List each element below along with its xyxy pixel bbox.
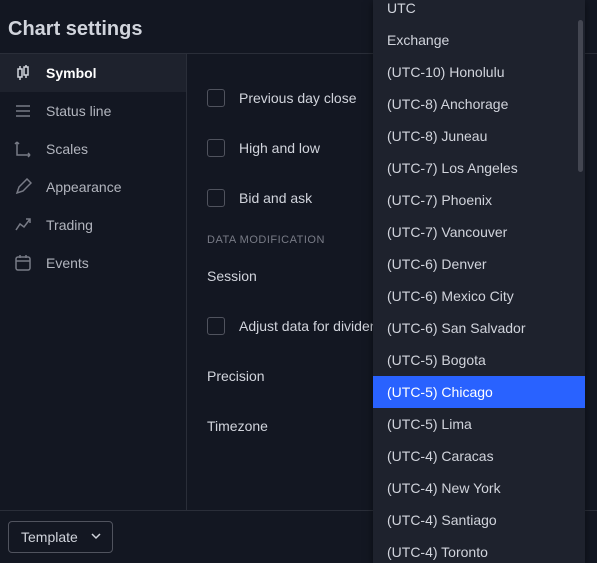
timezone-option[interactable]: Exchange: [373, 24, 585, 56]
timezone-option[interactable]: (UTC-6) Denver: [373, 248, 585, 280]
sidebar-item-label: Scales: [46, 141, 88, 157]
timezone-option[interactable]: (UTC-5) Bogota: [373, 344, 585, 376]
setting-label: Precision: [207, 368, 265, 384]
sidebar-item-trading[interactable]: Trading: [0, 206, 186, 244]
timezone-option[interactable]: (UTC-8) Juneau: [373, 120, 585, 152]
timezone-option[interactable]: (UTC-5) Chicago: [373, 376, 585, 408]
sidebar-item-symbol[interactable]: Symbol: [0, 54, 186, 92]
setting-label: Previous day close: [239, 90, 357, 106]
checkbox[interactable]: [207, 89, 225, 107]
sidebar-item-events[interactable]: Events: [0, 244, 186, 282]
timezone-option[interactable]: (UTC-4) Toronto: [373, 536, 585, 563]
template-button-label: Template: [21, 529, 78, 545]
setting-label: Adjust data for dividends: [239, 318, 392, 334]
timezone-option[interactable]: (UTC-5) Lima: [373, 408, 585, 440]
sidebar-item-label: Symbol: [46, 65, 97, 81]
template-button[interactable]: Template: [8, 521, 113, 553]
checkbox[interactable]: [207, 139, 225, 157]
timezone-option[interactable]: (UTC-4) Caracas: [373, 440, 585, 472]
timezone-option[interactable]: (UTC-7) Los Angeles: [373, 152, 585, 184]
checkbox[interactable]: [207, 317, 225, 335]
chevron-down-icon: [90, 529, 102, 545]
sidebar-item-appearance[interactable]: Appearance: [0, 168, 186, 206]
calendar-icon: [14, 254, 32, 272]
timezone-option[interactable]: (UTC-4) Santiago: [373, 504, 585, 536]
setting-label: High and low: [239, 140, 320, 156]
sidebar-item-scales[interactable]: Scales: [0, 130, 186, 168]
timezone-dropdown[interactable]: UTCExchange(UTC-10) Honolulu(UTC-8) Anch…: [373, 0, 585, 563]
sidebar-item-label: Trading: [46, 217, 93, 233]
trend-icon: [14, 216, 32, 234]
axes-icon: [14, 140, 32, 158]
timezone-option[interactable]: (UTC-6) San Salvador: [373, 312, 585, 344]
timezone-option[interactable]: (UTC-6) Mexico City: [373, 280, 585, 312]
candlestick-icon: [14, 64, 32, 82]
sidebar-item-label: Status line: [46, 103, 111, 119]
timezone-option[interactable]: (UTC-4) New York: [373, 472, 585, 504]
setting-label: Session: [207, 268, 257, 284]
sidebar-item-status-line[interactable]: Status line: [0, 92, 186, 130]
timezone-option[interactable]: (UTC-7) Phoenix: [373, 184, 585, 216]
timezone-option[interactable]: UTC: [373, 0, 585, 24]
timezone-option[interactable]: (UTC-8) Anchorage: [373, 88, 585, 120]
checkbox[interactable]: [207, 189, 225, 207]
list-icon: [14, 102, 32, 120]
scrollbar-thumb[interactable]: [578, 20, 583, 172]
timezone-option[interactable]: (UTC-10) Honolulu: [373, 56, 585, 88]
timezone-option[interactable]: (UTC-7) Vancouver: [373, 216, 585, 248]
setting-label: Bid and ask: [239, 190, 312, 206]
sidebar-item-label: Events: [46, 255, 89, 271]
setting-label: Timezone: [207, 418, 268, 434]
pencil-icon: [14, 178, 32, 196]
sidebar: Symbol Status line Scales Appearance: [0, 54, 187, 510]
sidebar-item-label: Appearance: [46, 179, 122, 195]
